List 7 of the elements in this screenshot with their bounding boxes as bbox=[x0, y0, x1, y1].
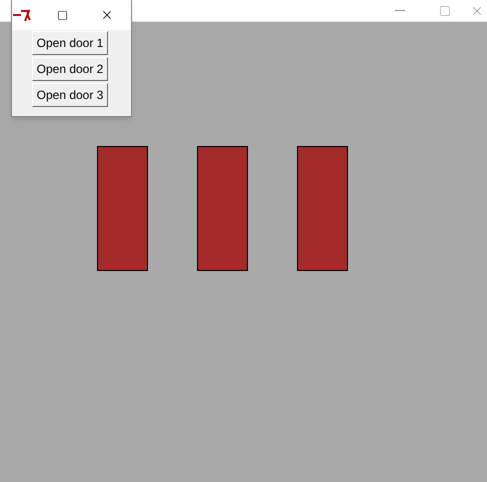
minimize-icon bbox=[394, 10, 404, 11]
close-icon bbox=[100, 8, 114, 22]
open-door-button[interactable]: Open door 1 bbox=[32, 31, 108, 55]
open-door-button[interactable]: Open door 3 bbox=[32, 83, 108, 107]
maximize-icon bbox=[438, 4, 450, 16]
open-door-button[interactable]: Open door 2 bbox=[32, 57, 108, 81]
maximize-icon bbox=[56, 10, 68, 20]
